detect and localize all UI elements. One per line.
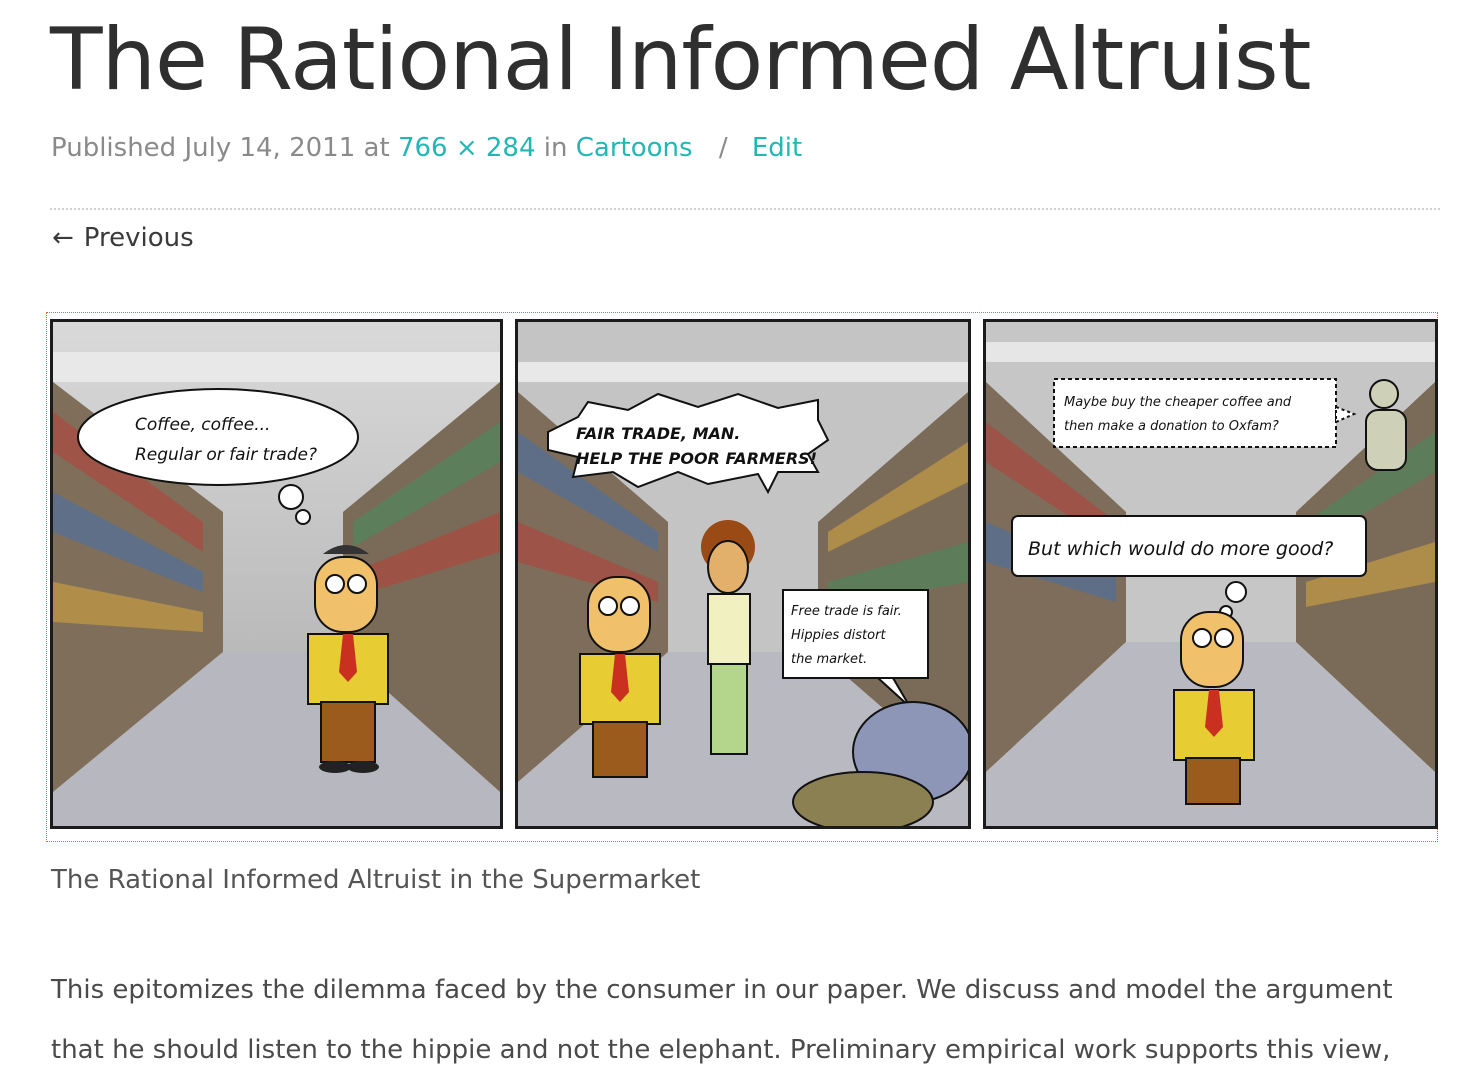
meta-divider xyxy=(50,208,1440,210)
published-date: July 14, 2011 xyxy=(184,133,356,163)
comic-panel-2: FAIR TRADE, MAN. HELP THE POOR FARMERS! … xyxy=(515,319,971,829)
previous-label: Previous xyxy=(83,223,194,253)
meta-in: in xyxy=(543,133,568,163)
edit-link[interactable]: Edit xyxy=(752,133,802,163)
previous-link[interactable]: ← Previous xyxy=(52,220,194,256)
panel1-thought-line1: Coffee, coffee... xyxy=(135,415,270,435)
post-meta: Published July 14, 2011 at 766 × 284 in … xyxy=(51,128,802,168)
published-prefix: Published xyxy=(51,133,177,163)
panel2-shout-line1: FAIR TRADE, MAN. xyxy=(576,424,740,443)
panel3-whisper-line2: then make a donation to Oxfam? xyxy=(1064,419,1279,434)
body-paragraph: This epitomizes the dilemma faced by the… xyxy=(51,975,1393,1065)
comic-strip-image[interactable]: Coffee, coffee... Regular or fair trade? xyxy=(46,312,1438,842)
left-arrow-icon: ← xyxy=(52,223,74,253)
panel3-question: But which would do more good? xyxy=(1028,538,1333,560)
panel2-elephant-line1: Free trade is fair. xyxy=(791,604,902,619)
panel2-elephant-line2: Hippies distort xyxy=(791,628,886,643)
image-dimensions-link[interactable]: 766 × 284 xyxy=(398,133,536,163)
page-title: The Rational Informed Altruist xyxy=(50,10,1311,110)
image-caption: The Rational Informed Altruist in the Su… xyxy=(51,865,701,895)
panel3-whisper-line1: Maybe buy the cheaper coffee and xyxy=(1064,395,1292,410)
category-link[interactable]: Cartoons xyxy=(576,133,693,163)
comic-panel-3: Maybe buy the cheaper coffee and then ma… xyxy=(983,319,1438,829)
meta-separator: / xyxy=(718,133,728,163)
meta-at: at xyxy=(363,133,390,163)
panel1-thought-line2: Regular or fair trade? xyxy=(135,445,317,465)
panel2-elephant-line3: the market. xyxy=(791,652,867,667)
comic-panel-1: Coffee, coffee... Regular or fair trade? xyxy=(50,319,503,829)
panel2-shout-line2: HELP THE POOR FARMERS! xyxy=(576,449,817,468)
